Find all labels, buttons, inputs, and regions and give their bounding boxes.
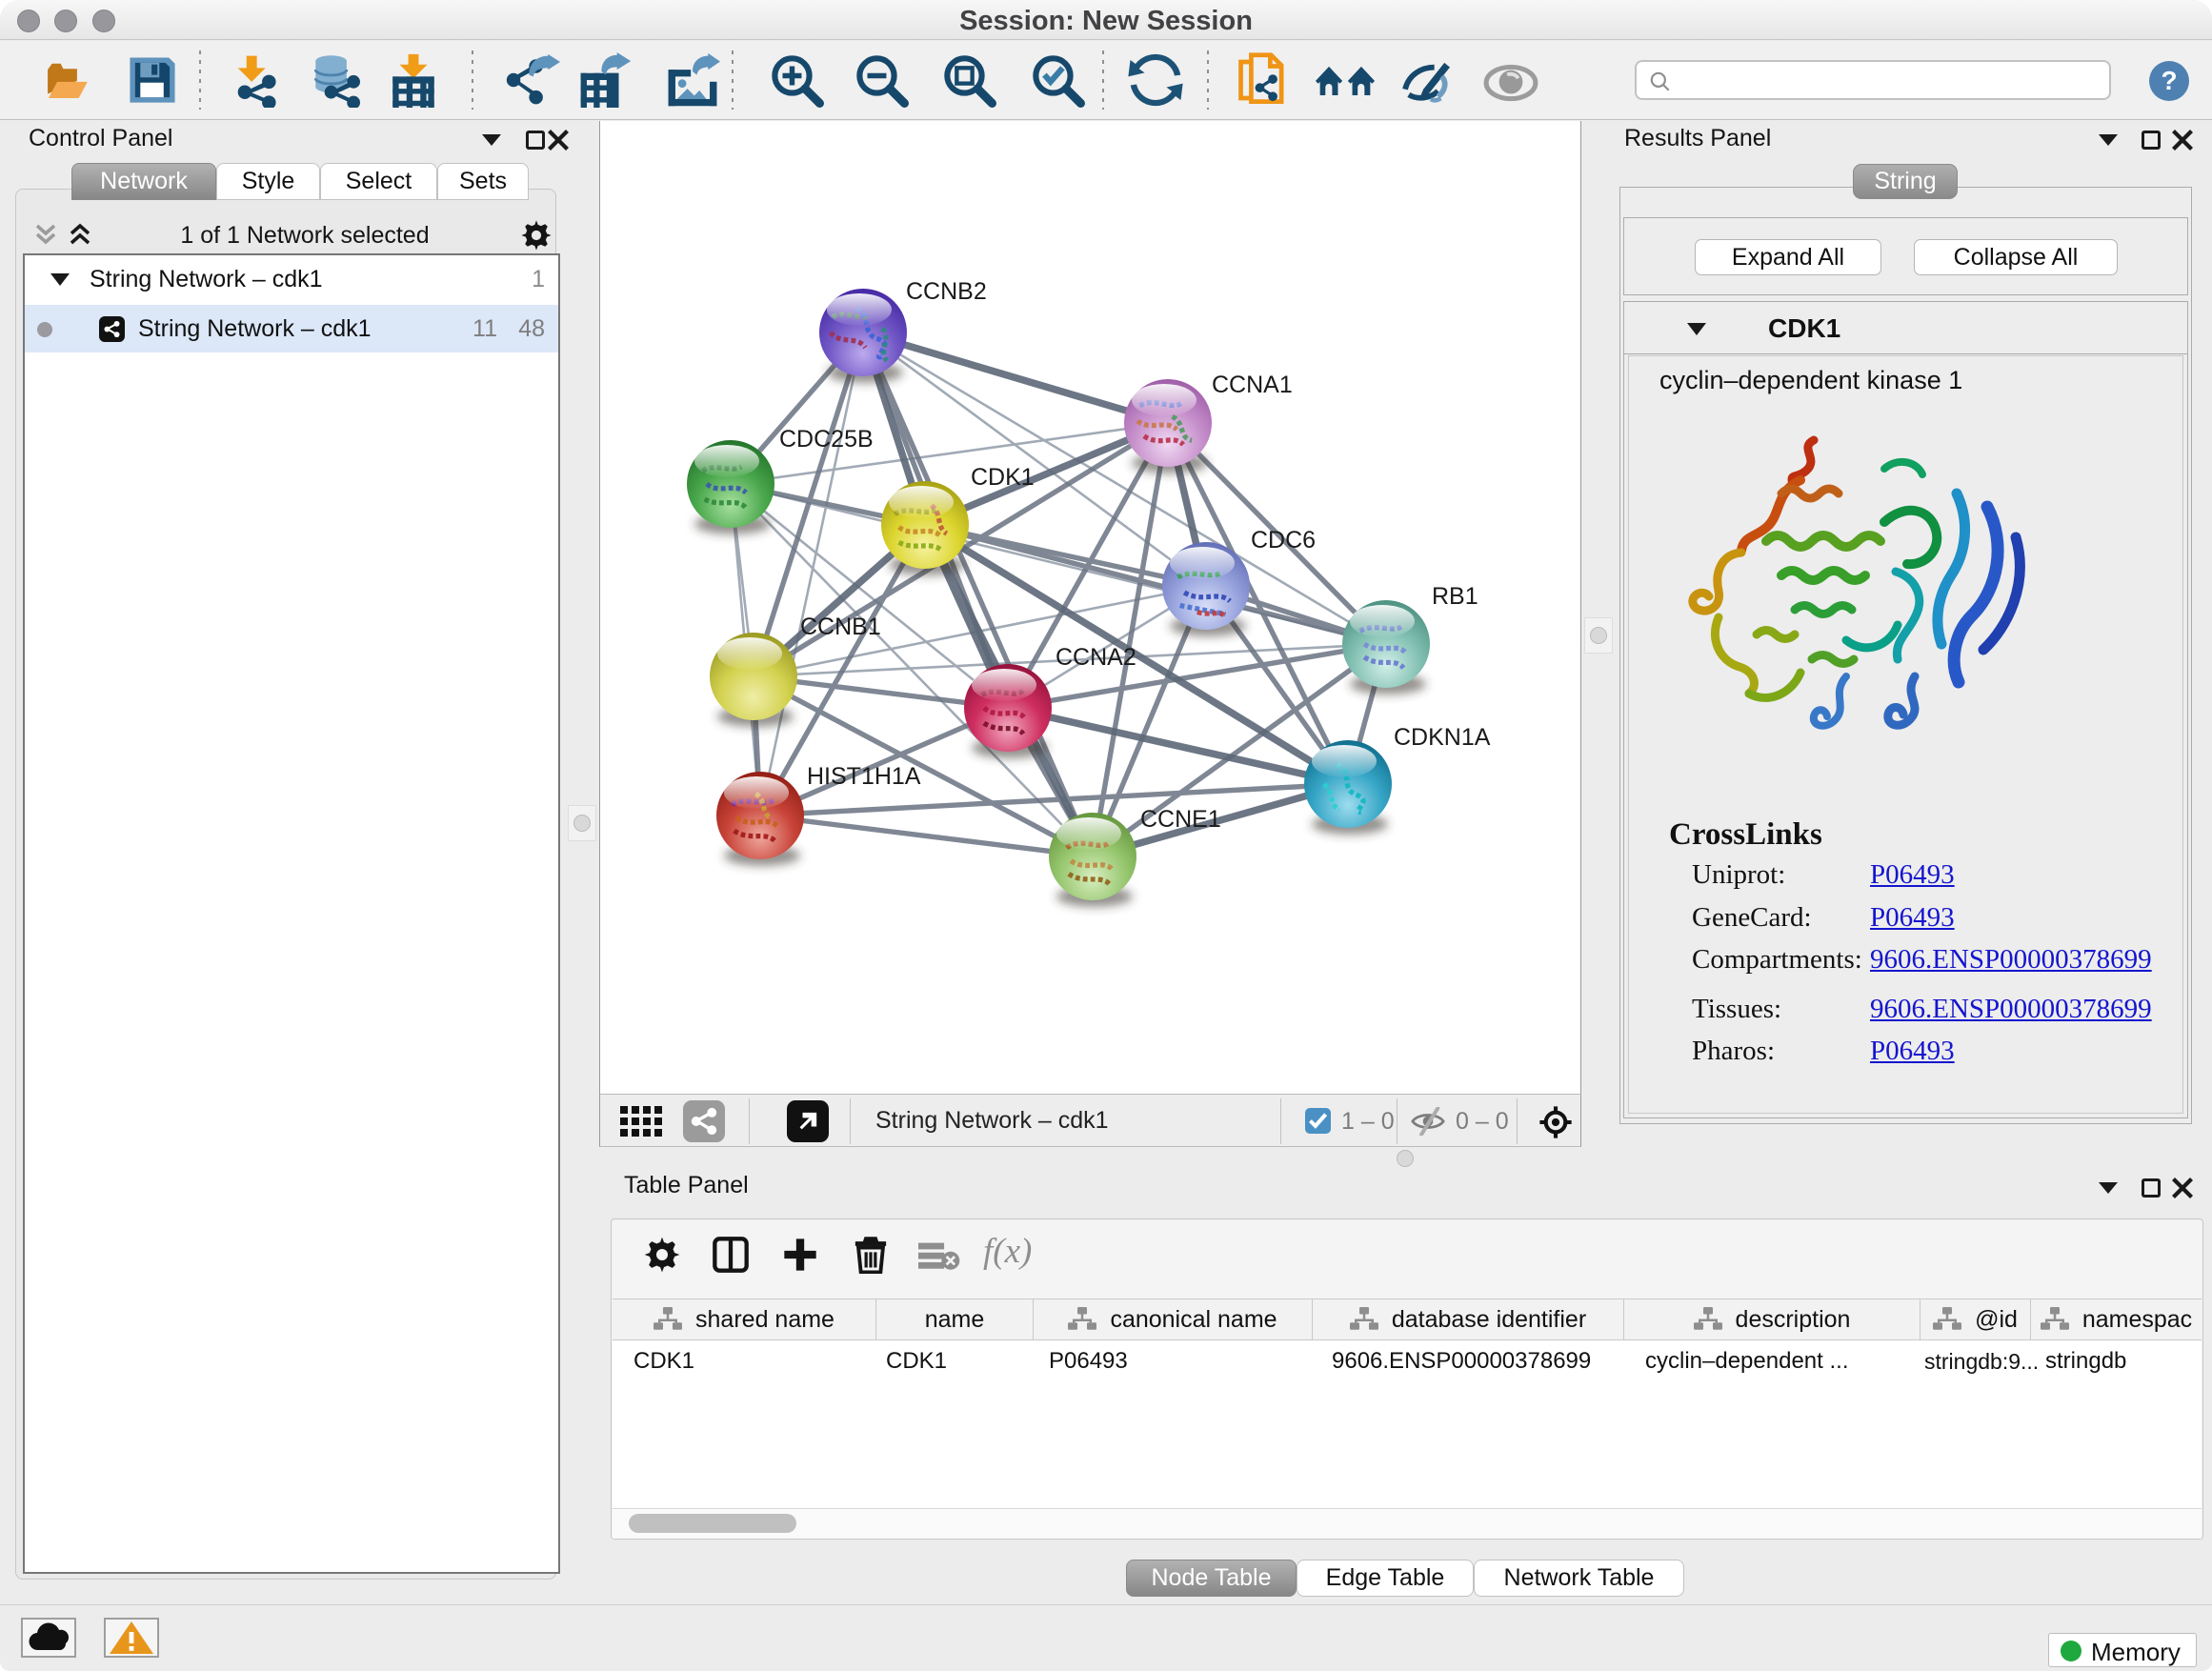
- svg-text:CCNA1: CCNA1: [1212, 372, 1293, 398]
- svg-text:HIST1H1A: HIST1H1A: [807, 763, 921, 790]
- svg-text:CDKN1A: CDKN1A: [1394, 724, 1491, 751]
- svg-text:CCNE1: CCNE1: [1140, 806, 1221, 833]
- svg-text:CCNB2: CCNB2: [906, 278, 987, 305]
- svg-text:CDK1: CDK1: [971, 464, 1035, 491]
- svg-text:CDC6: CDC6: [1251, 527, 1316, 554]
- svg-text:CCNB1: CCNB1: [800, 614, 881, 640]
- svg-text:RB1: RB1: [1432, 583, 1478, 610]
- svg-text:CCNA2: CCNA2: [1056, 644, 1136, 671]
- svg-text:CDC25B: CDC25B: [779, 426, 874, 453]
